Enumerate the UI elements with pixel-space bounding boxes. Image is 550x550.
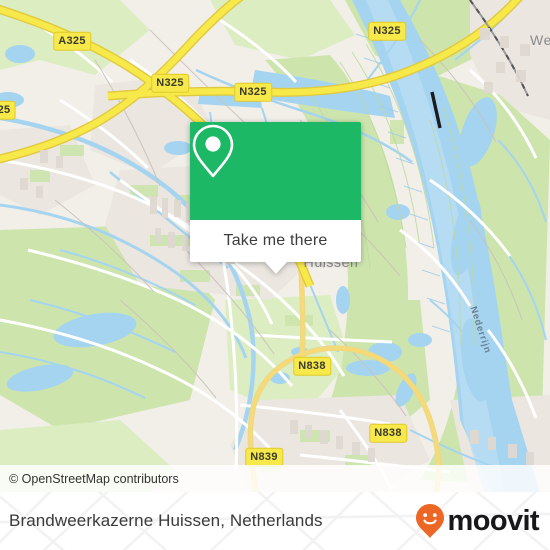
map-canvas[interactable]: Huissen We Nederrijn A325 N325 N325 N325… xyxy=(0,0,550,492)
footer-bar: Brandweerkazerne Huissen, Netherlands mo… xyxy=(0,492,550,550)
road-shield-n325-clipped[interactable]: 25 xyxy=(0,100,16,120)
attribution-text[interactable]: © OpenStreetMap contributors xyxy=(0,472,179,486)
popup-icon-area xyxy=(190,122,361,220)
road-shield-a325[interactable]: A325 xyxy=(53,31,91,51)
moovit-smiley-pin-icon xyxy=(415,504,444,538)
road-shield-n839[interactable]: N839 xyxy=(245,447,283,467)
location-title: Brandweerkazerne Huissen, Netherlands xyxy=(9,511,323,530)
map-pin-icon xyxy=(192,124,234,178)
road-shield-n325-3[interactable]: N325 xyxy=(368,21,406,41)
moovit-wordmark: moovit xyxy=(447,504,540,537)
road-shield-n325-1[interactable]: N325 xyxy=(151,73,189,93)
place-label-westervoort: We xyxy=(530,32,550,48)
map-attribution-bar: © OpenStreetMap contributors xyxy=(0,465,550,492)
road-shield-n838-2[interactable]: N838 xyxy=(369,423,407,443)
popup-pointer-tail xyxy=(264,262,287,274)
destination-popup-card[interactable]: Take me there xyxy=(190,122,361,274)
take-me-there-button[interactable]: Take me there xyxy=(190,220,361,262)
road-shield-n325-2[interactable]: N325 xyxy=(234,82,272,102)
moovit-brand[interactable]: moovit xyxy=(415,503,540,539)
road-shield-n838-1[interactable]: N838 xyxy=(293,356,331,376)
moovit-map-screenshot: Huissen We Nederrijn A325 N325 N325 N325… xyxy=(0,0,550,550)
